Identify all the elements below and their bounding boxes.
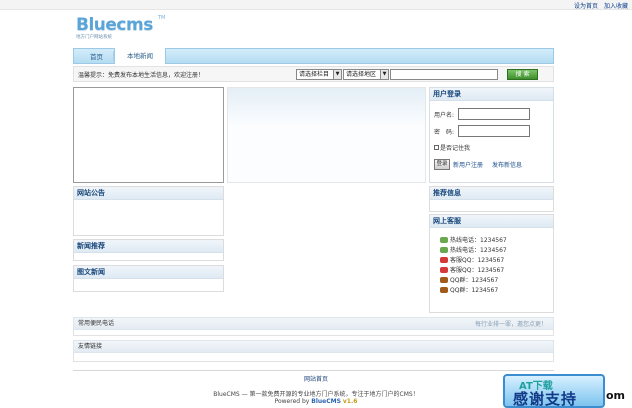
convenience-note[interactable]: 每行业排一罪，邀您点更！ — [475, 319, 547, 330]
search-button[interactable]: 搜 索 — [507, 69, 538, 80]
site-logo[interactable]: Bluecms TM 地方门户网站系统 — [76, 15, 165, 40]
list-item[interactable]: 客服QQ：1234567 — [440, 255, 504, 264]
area-select[interactable]: 请选择地区 ▼ — [343, 69, 389, 80]
service-panel: 网上客服 热线电话：1234567 热线电话：1234567 客服QQ：1234… — [429, 214, 554, 313]
list-item[interactable]: 客服QQ：1234567 — [440, 265, 504, 274]
list-item: 热线电话：1234567 — [440, 245, 507, 254]
friendlinks-body — [73, 353, 554, 362]
convenience-header: 常用便民电话 每行业排一罪，邀您点更！ — [73, 317, 554, 330]
password-label: 密 码: — [434, 129, 455, 136]
set-homepage-link[interactable]: 设为首页 — [574, 1, 598, 10]
friendlinks-header: 友情链接 — [73, 340, 554, 353]
chevron-down-icon: ▼ — [333, 70, 341, 79]
slideshow-box[interactable] — [73, 87, 224, 183]
password-input[interactable] — [458, 125, 530, 137]
news-title: 新闻推荐 — [74, 240, 223, 253]
category-select[interactable]: 请选择栏目 ▼ — [296, 69, 342, 80]
footer-divider — [73, 370, 554, 371]
convenience-body — [73, 330, 554, 336]
qq-group-icon — [440, 276, 448, 283]
nav-item-local-news[interactable]: 本地新闻 — [114, 48, 166, 64]
thanks-badge: AT下载 感谢支持 — [503, 374, 605, 408]
notice-title: 网站公告 — [74, 187, 223, 200]
main-nav: 首页 本地新闻 — [73, 48, 554, 64]
nav-item-home[interactable]: 首页 — [80, 51, 114, 61]
top-links: 设为首页 加入收藏 — [574, 1, 628, 10]
recommend-title: 推荐信息 — [430, 187, 553, 200]
search-bar: 温馨提示：免费发布本地生活信息，欢迎注册！ 请选择栏目 ▼ 请选择地区 ▼ 搜 … — [73, 66, 554, 82]
login-title: 用户登录 — [430, 88, 553, 101]
phone-icon — [440, 236, 448, 243]
badge-suffix: om — [606, 389, 626, 402]
news-panel: 新闻推荐 — [73, 239, 224, 261]
notice-panel: 网站公告 — [73, 186, 224, 236]
username-label: 用户名: — [434, 112, 455, 119]
badge-text: 感谢支持 — [513, 390, 578, 408]
username-input[interactable] — [458, 108, 530, 120]
checkbox-icon — [434, 145, 439, 150]
logo-name: Bluecms — [76, 15, 153, 35]
convenience-title: 常用便民电话 — [78, 320, 115, 327]
phone-icon — [440, 246, 448, 253]
qq-icon — [440, 256, 448, 263]
recommend-panel: 推荐信息 — [429, 186, 554, 212]
picnews-title: 图文新闻 — [74, 266, 223, 279]
headline-box — [227, 87, 426, 183]
logo-tm: TM — [158, 15, 166, 21]
list-item: 热线电话：1234567 — [440, 235, 507, 244]
version: v1.6 — [342, 398, 358, 405]
list-item[interactable]: QQ群：1234567 — [440, 275, 498, 284]
add-favorite-link[interactable]: 加入收藏 — [604, 1, 628, 10]
post-info-link[interactable]: 发布新信息 — [492, 160, 522, 169]
friendlinks-title: 友情链接 — [78, 343, 103, 350]
top-bar: 设为首页 加入收藏 — [0, 0, 632, 10]
picnews-panel: 图文新闻 — [73, 265, 224, 292]
powered-name[interactable]: BlueCMS — [311, 398, 341, 405]
login-panel: 用户登录 用户名: 密 码: 是否记住我 登录 新用户注册 发布新信息 — [429, 87, 554, 183]
qq-group-icon — [440, 286, 448, 293]
service-title: 网上客服 — [430, 215, 553, 228]
qq-icon — [440, 266, 448, 273]
welcome-tip: 温馨提示：免费发布本地生活信息，欢迎注册！ — [78, 72, 205, 79]
register-link[interactable]: 新用户注册 — [453, 160, 483, 169]
list-item[interactable]: QQ群：1234567 — [440, 285, 498, 294]
keyword-input[interactable] — [390, 69, 498, 80]
remember-checkbox[interactable]: 是否记住我 — [434, 143, 470, 152]
chevron-down-icon: ▼ — [380, 70, 388, 79]
login-button[interactable]: 登录 — [434, 159, 450, 170]
